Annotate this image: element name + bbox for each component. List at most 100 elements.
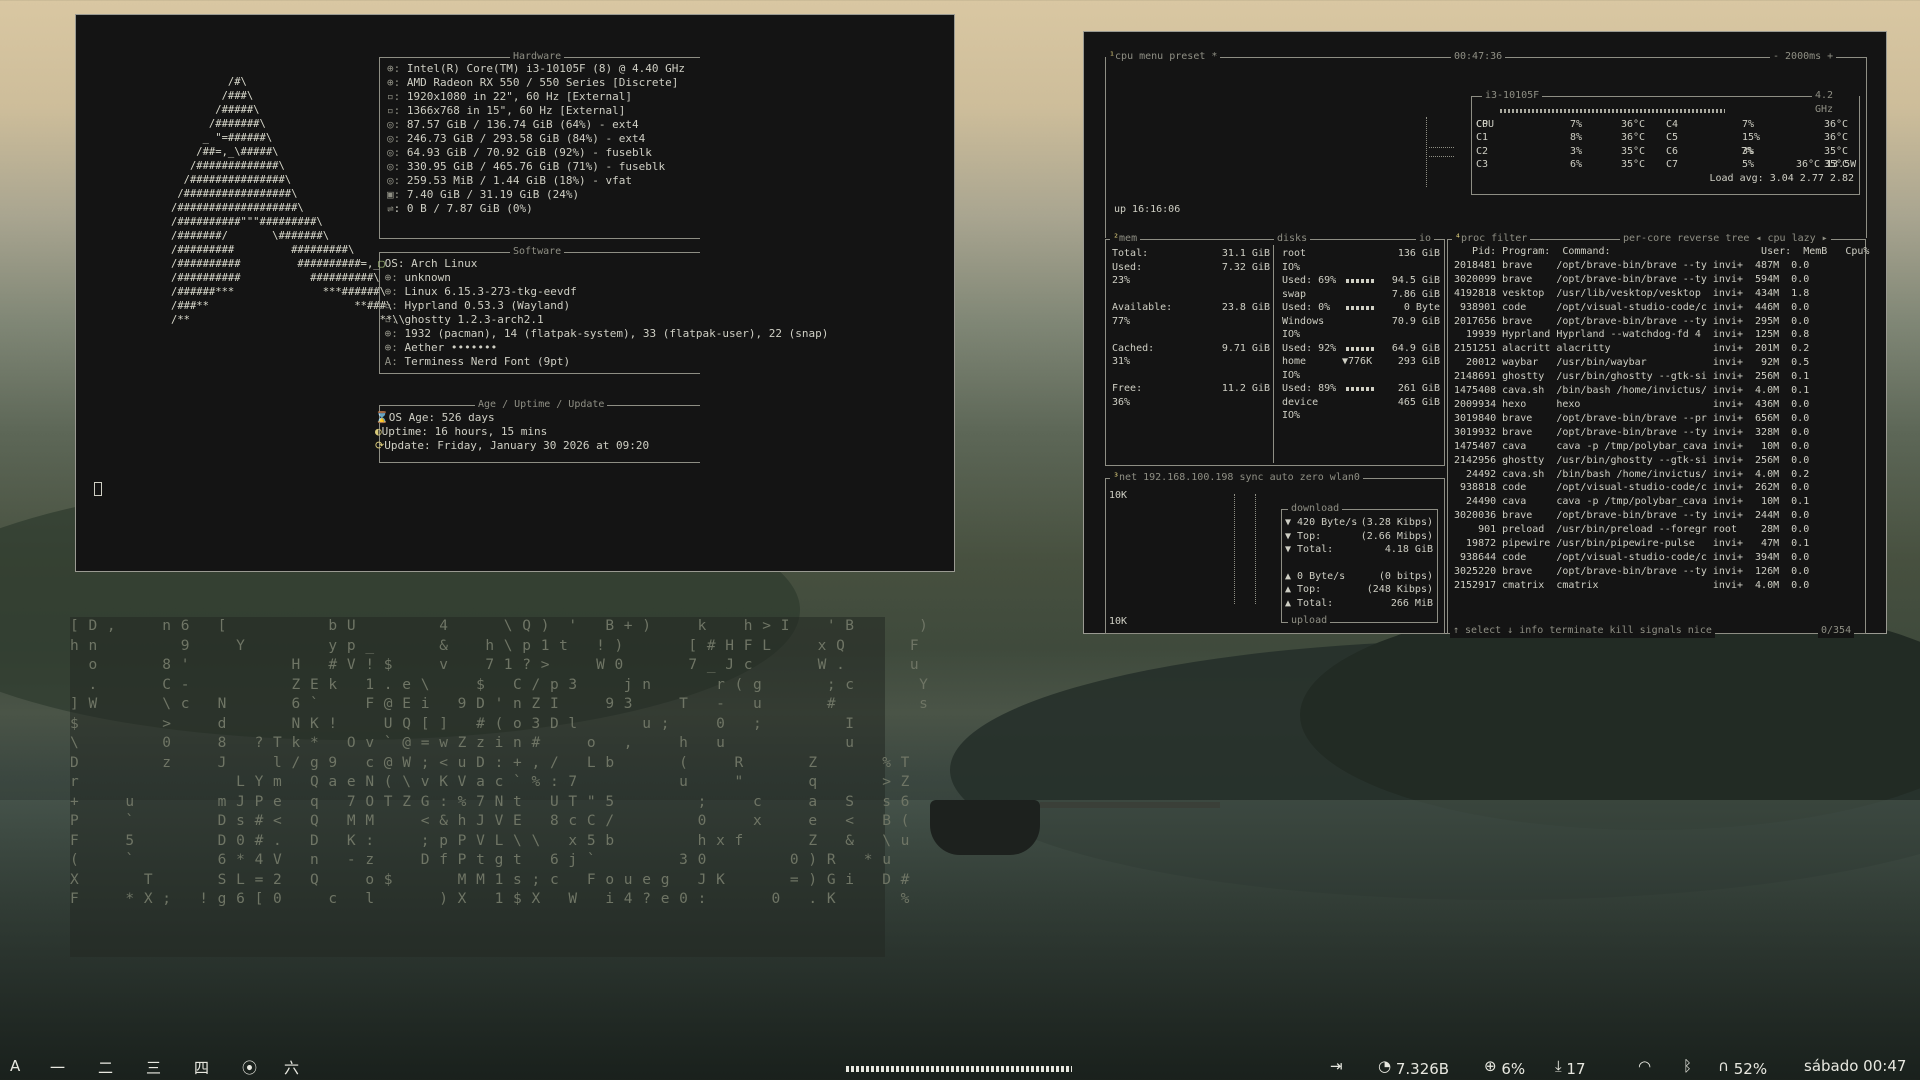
process-row[interactable]: 3019932 brave /opt/brave-bin/brave --ty …: [1454, 426, 1854, 440]
workspace-4[interactable]: 四: [194, 1057, 209, 1078]
proc-options[interactable]: per-core reverse tree ◂ cpu lazy ▸: [1620, 232, 1831, 246]
clock-date[interactable]: sábado 00:47: [1804, 1057, 1906, 1075]
taskbar: A 一 二 三 四 ⦿ 六 ⇥ ◔ 7.326B ⊕ 6% ⤓ 17 ◠ ᛒ ∩…: [0, 1054, 1920, 1080]
software-list: ▢OS: Arch Linux ⊕: unknown ⊕: Linux 6.15…: [378, 257, 829, 368]
process-row[interactable]: 2152917 cmatrix cmatrix invi+ 4.0M 0.0: [1454, 579, 1854, 593]
matrix-line: F * X ; ! g 6 [ 0 c l ) X 1 $ X W i 4 ? …: [70, 891, 910, 907]
terminal-cursor[interactable]: [94, 482, 102, 496]
clock: 00:47:36: [1451, 50, 1506, 64]
process-row[interactable]: 2142956 ghostty /usr/bin/ghostty --gtk-s…: [1454, 454, 1854, 468]
proc-column-headers[interactable]: Pid: Program: Command: User: MemB Cpu%: [1454, 245, 1869, 259]
process-row[interactable]: 3025220 brave /opt/brave-bin/brave --ty …: [1454, 565, 1854, 579]
sw-theme: Aether •••••••: [404, 341, 498, 354]
matrix-line: r L Y m Q a e N ( \ v K V a c ` % : 7 u …: [70, 774, 910, 790]
workspace-5[interactable]: ⦿: [242, 1057, 257, 1078]
sw-packages: 1932 (pacman), 14 (flatpak-system), 33 (…: [404, 327, 829, 340]
load-average: Load avg: 3.04 2.77 2.82: [1709, 172, 1855, 184]
workspace-6[interactable]: 六: [284, 1057, 299, 1078]
io-toggle[interactable]: io: [1416, 232, 1435, 246]
cpu-indicator[interactable]: ⊕ 6%: [1484, 1057, 1525, 1078]
process-row[interactable]: 24490 cava cava -p /tmp/polybar_cava inv…: [1454, 495, 1854, 509]
bluetooth-icon[interactable]: ᛒ: [1683, 1057, 1692, 1075]
process-row[interactable]: 3020099 brave /opt/brave-bin/brave --ty …: [1454, 273, 1854, 287]
net-down-row: ▼ Total: 4.18 GiB: [1285, 544, 1433, 555]
cava-visualizer: [846, 1066, 1072, 1072]
process-row[interactable]: 3019840 brave /opt/brave-bin/brave --pr …: [1454, 412, 1854, 426]
process-row[interactable]: 938644 code /opt/visual-studio-code/c in…: [1454, 551, 1854, 565]
os-age: OS Age: 526 days: [388, 411, 495, 424]
matrix-line: $ > d N K ! U Q [ ] # ( o 3 D l u ; 0 ; …: [70, 715, 855, 732]
disk-name-row[interactable]: device 465 GiB: [1282, 396, 1440, 410]
arch-launcher-icon[interactable]: A: [10, 1057, 20, 1075]
process-row[interactable]: 4192818 vesktop /usr/lib/vesktop/vesktop…: [1454, 287, 1854, 301]
process-row[interactable]: 3020036 brave /opt/brave-bin/brave --ty …: [1454, 509, 1854, 523]
disk-name-row[interactable]: root 136 GiB: [1282, 247, 1440, 261]
process-row[interactable]: 938901 code /opt/visual-studio-code/c in…: [1454, 301, 1854, 315]
update-interval[interactable]: - 2000ms +: [1770, 50, 1837, 64]
logout-icon[interactable]: ⇥: [1330, 1057, 1343, 1075]
mem-header[interactable]: ²mem: [1110, 232, 1141, 246]
hw-display-1: 1920x1080 in 22", 60 Hz [External]: [406, 90, 633, 103]
hw-display-2: 1366x768 in 15", 60 Hz [External]: [406, 104, 626, 117]
disk-io: IO%: [1282, 410, 1301, 421]
disks-header[interactable]: disks: [1274, 232, 1311, 246]
process-row[interactable]: 2151251 alacritt alacritty invi+ 201M 0.…: [1454, 342, 1854, 356]
volume-indicator[interactable]: ∩ 52%: [1718, 1057, 1767, 1078]
wifi-icon[interactable]: ◠: [1638, 1057, 1651, 1075]
net-up-row: ▲ Total: 266 MiB: [1285, 597, 1433, 609]
dock: [1040, 802, 1220, 808]
process-table[interactable]: Pid: Program: Command: User: MemB Cpu% 2…: [1454, 245, 1869, 593]
disk-io: IO%: [1282, 261, 1301, 273]
disk-name-row[interactable]: home ▼776K 293 GiB: [1282, 355, 1440, 369]
workspace-1[interactable]: 一: [50, 1057, 65, 1078]
hw-disk-1: 87.57 GiB / 136.74 GiB (64%) - ext4: [406, 118, 639, 131]
hw-swap: : 0 B / 7.87 GiB (0%): [393, 202, 533, 215]
disk-name-row[interactable]: swap 7.86 GiB: [1282, 288, 1440, 302]
uptime: Uptime: 16 hours, 15 mins: [381, 425, 548, 438]
fastfetch-terminal[interactable]: /#\ /###\ /#####\ /#######\ _ "=######\ …: [75, 14, 955, 572]
sw-font: Terminess Nerd Font (9pt): [404, 355, 571, 368]
process-row[interactable]: 2017656 brave /opt/brave-bin/brave --ty …: [1454, 315, 1854, 329]
process-row[interactable]: 1475407 cava cava -p /tmp/polybar_cava i…: [1454, 440, 1854, 454]
cpu-graph: [1424, 107, 1454, 187]
process-row[interactable]: 19872 pipewire /usr/bin/pipewire-pulse i…: [1454, 537, 1854, 551]
net-header[interactable]: ³net 192.168.100.198 sync auto zero wlan…: [1110, 471, 1363, 485]
disk-list: root 136 GiB IO% Used: 69% 94.5 GiB swap 7.86 …: [1282, 247, 1440, 423]
btop-window[interactable]: ¹cpu menu preset * 00:47:36 - 2000ms + u…: [1083, 31, 1887, 638]
updates-indicator[interactable]: ⤓ 17: [1555, 1057, 1586, 1078]
net-up-row: ▲ 0 Byte/s (0 bitps): [1285, 570, 1433, 582]
last-update: Update: Friday, January 30 2026 at 09:20: [384, 439, 650, 452]
net-graph: [1234, 494, 1256, 604]
download-title: download: [1288, 502, 1343, 516]
process-row[interactable]: 2018481 brave /opt/brave-bin/brave --ty …: [1454, 259, 1854, 273]
cpu-header[interactable]: ¹cpu menu preset *: [1106, 50, 1221, 64]
age-title: Age / Uptime / Update: [475, 398, 608, 412]
sw-host: unknown: [404, 271, 451, 284]
process-row[interactable]: 2148691 ghostty /usr/bin/ghostty --gtk-s…: [1454, 370, 1854, 384]
matrix-line: \ 0 8 ? T k * O v ` @ = w Z z i n # o , …: [70, 735, 855, 751]
sw-kernel: Linux 6.15.3-273-tkg-eevdf: [404, 285, 577, 298]
memory-indicator[interactable]: ◔ 7.326B: [1378, 1057, 1449, 1078]
process-row[interactable]: 24492 cava.sh /bin/bash /home/invictus/ …: [1454, 468, 1854, 482]
workspace-3[interactable]: 三: [146, 1057, 161, 1078]
hw-disk-3: 64.93 GiB / 70.92 GiB (92%) - fuseblk: [406, 146, 652, 159]
workspace-2[interactable]: 二: [98, 1057, 113, 1078]
hw-disk-2: 246.73 GiB / 293.58 GiB (84%) - ext4: [406, 132, 646, 145]
cmatrix-window[interactable]: [ D , n 6 [ b U 4 \ Q ) ' B + ) k h > I …: [70, 617, 928, 957]
cpu-model: i3-10105F: [1482, 89, 1543, 103]
matrix-line: ( ` 6 * 4 V n - z D f P t g t 6 j ` 3 0 …: [70, 852, 892, 868]
process-row[interactable]: 1475408 cava.sh /bin/bash /home/invictus…: [1454, 384, 1854, 398]
disk-io: IO%: [1282, 329, 1301, 340]
cpu-core-list: CPU 7% 36°C 13.5W C0 7% 36°C C4 7% 36°C C1 8% 36…: [1476, 104, 1856, 185]
process-row[interactable]: 20012 waybar /usr/bin/waybar invi+ 92M 0…: [1454, 356, 1854, 370]
disk-name-row[interactable]: Windows 70.9 GiB: [1282, 315, 1440, 329]
process-row[interactable]: 19939 Hyprland Hyprland --watchdog-fd 4 …: [1454, 328, 1854, 342]
cpu-total-bar: [1500, 109, 1725, 113]
upload-title: upload: [1288, 614, 1331, 628]
process-row[interactable]: 2009934 hexo hexo invi+ 436M 0.0: [1454, 398, 1854, 412]
proc-header[interactable]: ⁴proc filter: [1452, 232, 1531, 246]
process-row[interactable]: 938818 code /opt/visual-studio-code/c in…: [1454, 481, 1854, 495]
cpu-core-row: C1 8% 36°C C5 15% 36°C: [1476, 132, 1849, 143]
proc-footer[interactable]: ↑ select ↓ info terminate kill signals n…: [1450, 624, 1715, 638]
process-row[interactable]: 901 preload /usr/bin/preload --foregr ro…: [1454, 523, 1854, 537]
